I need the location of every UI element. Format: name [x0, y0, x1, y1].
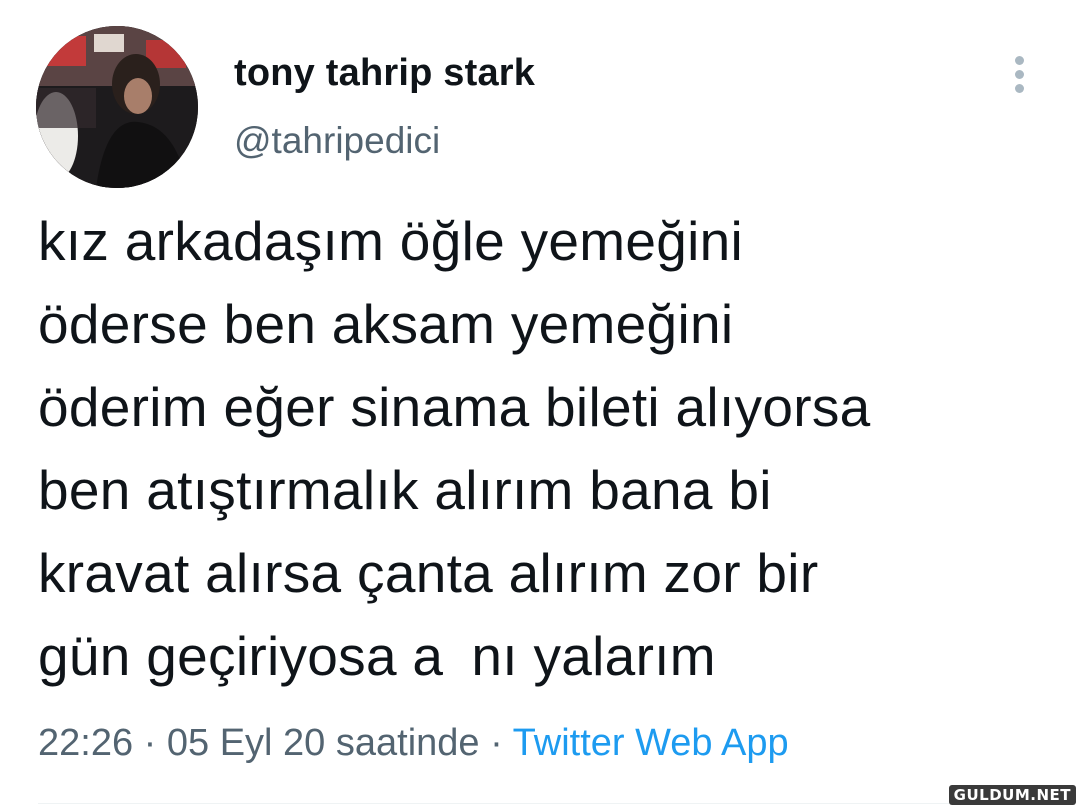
- more-vertical-icon[interactable]: [1004, 52, 1036, 96]
- meta-separator: ·: [133, 722, 167, 764]
- more-dot: [1015, 70, 1024, 79]
- divider: [38, 803, 1042, 804]
- author-handle[interactable]: @tahripedici: [234, 120, 440, 162]
- tweet-date[interactable]: 05 Eyl 20 saatinde: [167, 722, 480, 764]
- tweet-text-line: kız arkadaşım öğle yemeğini: [38, 210, 744, 272]
- author-display-name[interactable]: tony tahrip stark: [234, 52, 535, 95]
- author-avatar[interactable]: [36, 26, 198, 188]
- watermark-logo: GULDUM.NET: [948, 785, 1076, 805]
- avatar-photo-icon: [36, 26, 198, 188]
- tweet-text: kız arkadaşım öğle yemeğini öderse ben a…: [38, 200, 1048, 698]
- tweet-text-line: kravat alırsa çanta alırım zor bir: [38, 542, 819, 604]
- tweet-text-line: öderse ben aksam yemeğini: [38, 293, 734, 355]
- more-dot: [1015, 84, 1024, 93]
- tweet-text-line: gün geçiriyosa a nı yalarım: [38, 625, 716, 687]
- tweet-text-line: öderim eğer sinama bileti alıyorsa: [38, 376, 871, 438]
- tweet-text-line: ben atıştırmalık alırım bana bi: [38, 459, 772, 521]
- meta-separator: ·: [479, 722, 513, 764]
- tweet-time[interactable]: 22:26: [38, 722, 133, 764]
- tweet-source-link[interactable]: Twitter Web App: [513, 722, 789, 764]
- tweet-metadata: 22:26 · 05 Eyl 20 saatinde · Twitter Web…: [38, 722, 789, 765]
- tweet-detail: tony tahrip stark @tahripedici kız arkad…: [0, 0, 1080, 807]
- more-dot: [1015, 56, 1024, 65]
